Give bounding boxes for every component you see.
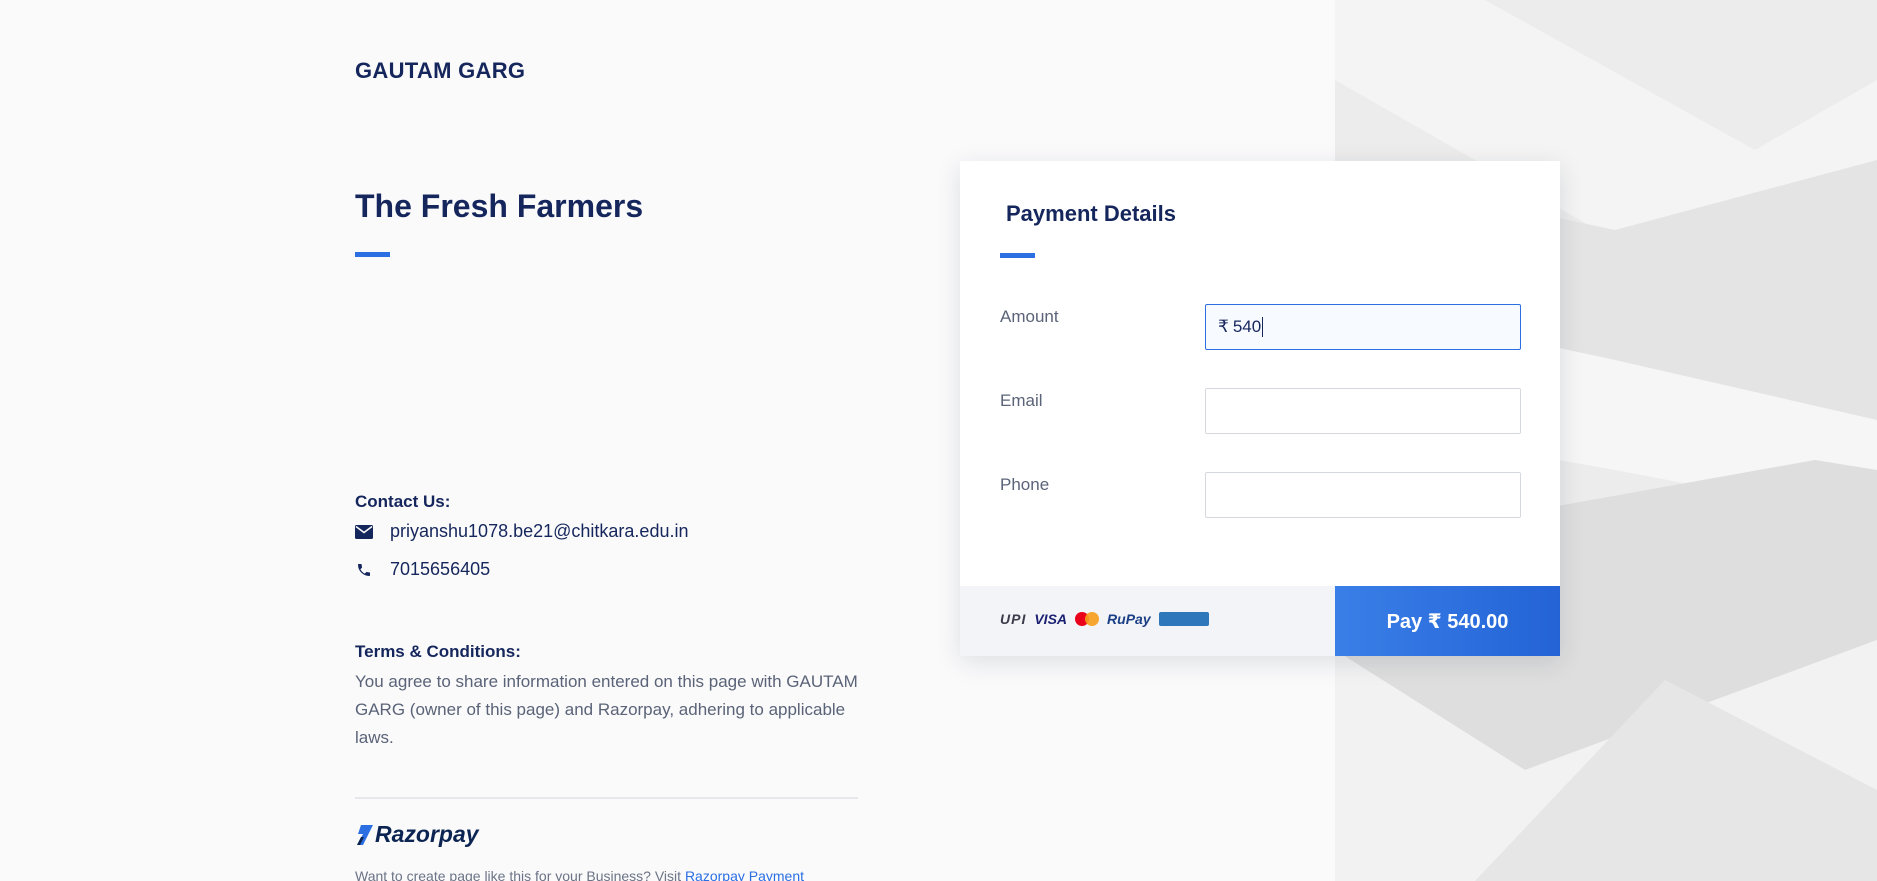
payment-details-title: Payment Details <box>1006 201 1176 226</box>
amount-input[interactable]: ₹ 540 <box>1205 304 1521 350</box>
phone-icon <box>355 561 373 579</box>
rupay-logo: RuPay <box>1107 611 1151 627</box>
merchant-name: GAUTAM GARG <box>355 58 526 83</box>
mastercard-icon <box>1075 612 1100 626</box>
amex-icon <box>1158 612 1209 626</box>
terms-text: You agree to share information entered o… <box>355 672 858 747</box>
amount-value: 540 <box>1232 317 1262 336</box>
visa-logo: VISA <box>1034 611 1068 627</box>
contact-email-row: priyanshu1078.be21@chitkara.edu.in <box>355 521 688 542</box>
razorpay-logo[interactable]: Razorpay <box>355 821 479 848</box>
footer-divider <box>355 797 858 799</box>
text-caret <box>1262 317 1264 337</box>
contact-heading: Contact Us: <box>355 492 451 511</box>
email-label: Email <box>1000 391 1043 410</box>
footer-note-text: Want to create page like this for your B… <box>355 868 685 881</box>
pay-button[interactable]: Pay ₹ 540.00 <box>1335 586 1560 656</box>
terms-heading: Terms & Conditions: <box>355 642 521 661</box>
razorpay-payment-link[interactable]: Razorpay Payment <box>685 868 804 881</box>
amount-label: Amount <box>1000 307 1059 326</box>
contact-email[interactable]: priyanshu1078.be21@chitkara.edu.in <box>390 521 688 542</box>
payment-details-card: Payment Details Amount ₹ 540 Email Phone… <box>960 161 1560 656</box>
card-footer: UPI VISA RuPay Pay ₹ 540.00 <box>960 586 1560 656</box>
footer-note: Want to create page like this for your B… <box>355 868 804 881</box>
phone-label: Phone <box>1000 475 1050 494</box>
payment-page: GAUTAM GARG The Fresh Farmers Contact Us… <box>0 0 1877 881</box>
contact-phone[interactable]: 7015656405 <box>390 559 490 580</box>
currency-symbol: ₹ <box>1218 317 1229 336</box>
razorpay-logo-text: Razorpay <box>375 821 479 847</box>
contact-phone-row: 7015656405 <box>355 559 490 580</box>
phone-input[interactable] <box>1205 472 1521 518</box>
upi-logo: UPI <box>1000 611 1027 627</box>
razorpay-mark-icon <box>357 824 373 845</box>
card-accent-bar <box>1000 253 1035 258</box>
email-input[interactable] <box>1205 388 1521 434</box>
title-accent-bar <box>355 252 390 257</box>
page-title: The Fresh Farmers <box>355 188 644 224</box>
payment-methods: UPI VISA RuPay <box>1000 611 1209 627</box>
mail-icon <box>355 523 373 541</box>
